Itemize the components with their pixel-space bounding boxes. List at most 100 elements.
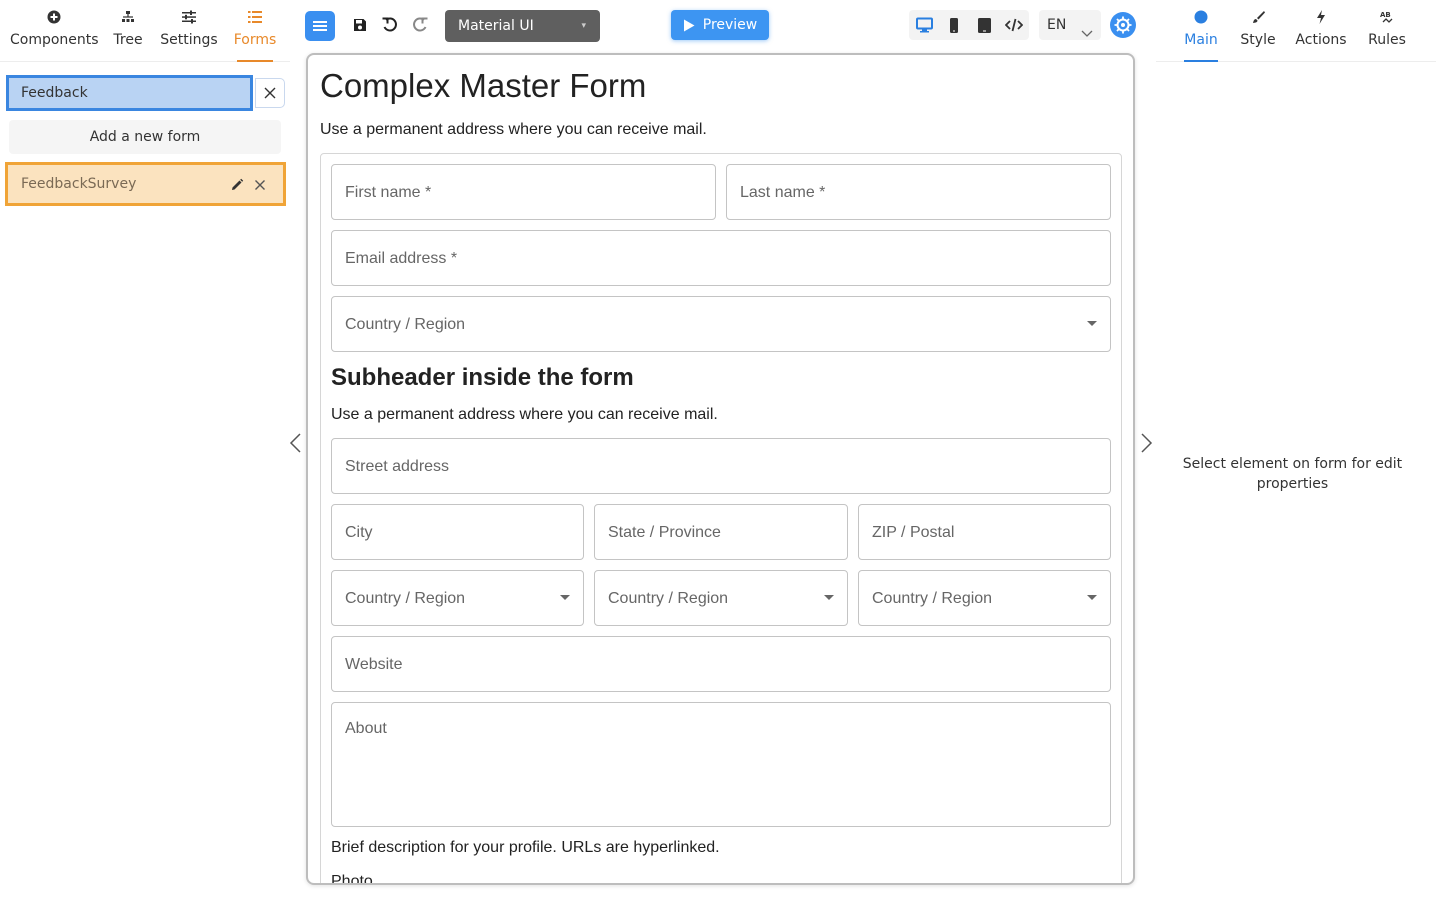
zip-field[interactable]: ZIP / Postal	[858, 504, 1111, 560]
pencil-icon[interactable]	[229, 177, 245, 193]
field-label: Street address	[345, 458, 450, 475]
language-value: EN	[1047, 17, 1067, 33]
tab-style[interactable]: Style	[1238, 10, 1278, 62]
circle-icon	[1181, 10, 1221, 30]
tab-rules[interactable]: AB Rules	[1366, 10, 1408, 62]
bolt-icon	[1294, 10, 1348, 30]
add-form-button[interactable]: Add a new form	[9, 120, 281, 154]
tab-label: Main	[1184, 32, 1218, 48]
hamburger-icon	[313, 21, 327, 31]
photo-label: Photo	[331, 873, 373, 885]
tab-label: Settings	[160, 32, 218, 48]
caret-down-icon	[824, 595, 834, 600]
undo-button[interactable]	[379, 14, 401, 36]
field-label: About	[345, 720, 387, 737]
gear-icon	[1114, 16, 1132, 34]
desktop-icon	[915, 17, 933, 33]
preview-label: Preview	[702, 17, 758, 33]
left-panel: Components Tree Settings Forms Add a new…	[0, 0, 290, 900]
brush-icon	[1238, 10, 1278, 30]
tab-tree[interactable]: Tree	[108, 10, 148, 62]
form-description: Use a permanent address where you can re…	[320, 121, 707, 138]
left-tab-bar: Components Tree Settings Forms	[0, 0, 290, 62]
clear-search-button[interactable]	[255, 78, 285, 108]
search-input[interactable]	[6, 75, 253, 111]
form-search	[6, 75, 285, 111]
field-label: City	[345, 524, 373, 541]
close-icon[interactable]	[252, 177, 268, 193]
tablet-view-button[interactable]	[974, 15, 994, 35]
country-select-3[interactable]: Country / Region	[858, 570, 1111, 626]
caret-down-icon	[1087, 321, 1097, 326]
svg-text:AB: AB	[1380, 11, 1391, 19]
undo-icon	[382, 17, 397, 32]
form-canvas: Complex Master Form Use a permanent addr…	[306, 53, 1135, 885]
field-label: Country / Region	[608, 590, 729, 607]
first-name-field[interactable]: First name *	[331, 164, 716, 220]
state-field[interactable]: State / Province	[594, 504, 848, 560]
theme-select-value: Material UI	[458, 18, 534, 34]
theme-settings-button[interactable]	[1110, 12, 1136, 38]
desktop-view-button[interactable]	[914, 15, 934, 35]
about-textarea[interactable]: About	[331, 702, 1111, 827]
tab-components[interactable]: Components	[10, 10, 99, 62]
chevron-down-icon	[1081, 19, 1093, 49]
list-icon	[230, 10, 280, 30]
ab-icon: AB	[1366, 10, 1408, 30]
country-select[interactable]: Country / Region	[331, 296, 1111, 352]
about-helper-text: Brief description for your profile. URLs…	[331, 839, 720, 856]
mobile-icon	[950, 17, 958, 33]
tab-label: Forms	[233, 32, 277, 48]
field-label: First name *	[345, 184, 432, 201]
chevron-left-icon	[289, 433, 301, 453]
code-icon	[1005, 18, 1023, 32]
tablet-icon	[977, 17, 991, 33]
language-select[interactable]: EN	[1039, 10, 1101, 40]
form-container: First name * Last name * Email address *…	[320, 153, 1122, 885]
collapse-right-panel-button[interactable]	[1138, 432, 1154, 454]
save-button[interactable]	[349, 14, 371, 36]
tree-icon	[108, 10, 148, 30]
tab-settings[interactable]: Settings	[158, 10, 220, 62]
tab-label: Components	[10, 32, 99, 48]
tab-actions[interactable]: Actions	[1294, 10, 1348, 62]
field-label: Country / Region	[345, 316, 466, 333]
device-switcher	[909, 10, 1029, 40]
street-address-field[interactable]: Street address	[331, 438, 1111, 494]
website-field[interactable]: Website	[331, 636, 1111, 692]
tab-label: Tree	[113, 32, 143, 48]
country-select-1[interactable]: Country / Region	[331, 570, 584, 626]
field-label: State / Province	[608, 524, 721, 541]
close-icon	[264, 87, 276, 99]
save-icon	[354, 19, 366, 31]
code-view-button[interactable]	[1004, 15, 1024, 35]
redo-icon	[413, 17, 428, 32]
mobile-view-button[interactable]	[944, 15, 964, 35]
caret-down-icon	[1087, 595, 1097, 600]
last-name-field[interactable]: Last name *	[726, 164, 1111, 220]
caret-down-icon	[560, 595, 570, 600]
theme-select[interactable]: Material UI ▾	[445, 10, 600, 42]
properties-hint: Select element on form for edit properti…	[1182, 456, 1403, 492]
form-subheader: Subheader inside the form	[331, 364, 634, 391]
field-label: ZIP / Postal	[872, 524, 955, 541]
form-list-item[interactable]: FeedbackSurvey	[5, 162, 286, 206]
menu-button[interactable]	[305, 11, 335, 41]
tab-main[interactable]: Main	[1181, 10, 1221, 62]
email-field[interactable]: Email address *	[331, 230, 1111, 286]
subheader-description: Use a permanent address where you can re…	[331, 406, 718, 423]
city-field[interactable]: City	[331, 504, 584, 560]
preview-button[interactable]: Preview	[671, 10, 769, 40]
chevron-right-icon	[1141, 433, 1153, 453]
plus-circle-icon	[10, 10, 98, 30]
tab-forms[interactable]: Forms	[230, 10, 280, 62]
collapse-left-panel-button[interactable]	[288, 432, 304, 454]
sliders-icon	[158, 10, 220, 30]
right-panel: Main Style Actions AB Rules Select eleme…	[1156, 0, 1440, 900]
field-label: Website	[345, 656, 403, 673]
redo-button[interactable]	[409, 14, 431, 36]
top-toolbar: Material UI ▾ Preview EN	[295, 0, 1155, 50]
field-label: Country / Region	[345, 590, 466, 607]
field-label: Last name *	[740, 184, 826, 201]
country-select-2[interactable]: Country / Region	[594, 570, 848, 626]
